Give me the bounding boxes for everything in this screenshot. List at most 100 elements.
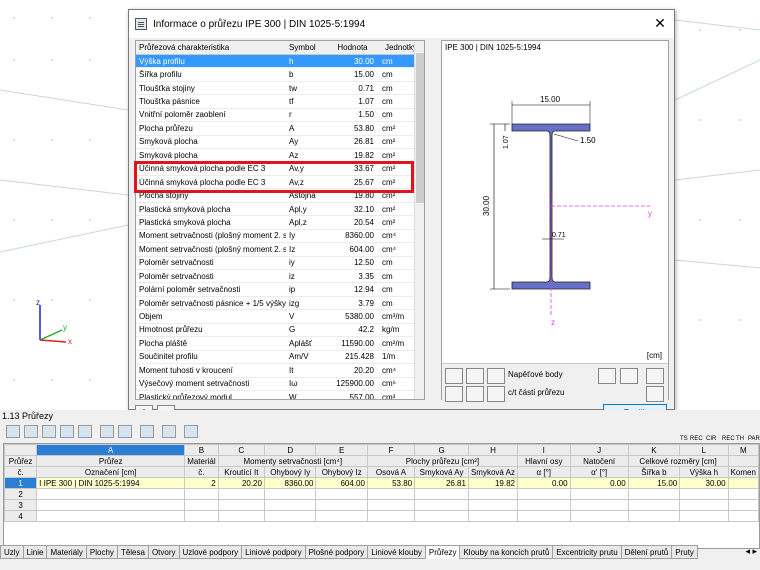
cell-name[interactable] bbox=[36, 488, 186, 500]
toolbar-button-9[interactable] bbox=[162, 425, 176, 438]
cell-kom[interactable] bbox=[727, 510, 759, 522]
print-icon[interactable] bbox=[646, 386, 664, 402]
show-axes-button[interactable] bbox=[445, 386, 463, 402]
cell-iy[interactable] bbox=[263, 488, 317, 500]
tab-14[interactable]: Pruty bbox=[671, 545, 698, 559]
property-row[interactable]: Plocha průřezu A 53.80 cm² bbox=[136, 122, 424, 136]
property-row[interactable]: Výška profilu h 30.00 cm bbox=[136, 55, 424, 69]
cell-alpha2[interactable] bbox=[569, 499, 629, 511]
property-row[interactable]: Poloměr setrvačnosti iy 12.50 cm bbox=[136, 257, 424, 270]
cell-a[interactable]: 53.80 bbox=[366, 477, 416, 489]
property-row[interactable]: Šířka profilu b 15.00 cm bbox=[136, 68, 424, 82]
cell-iy[interactable]: 8360.00 bbox=[263, 477, 317, 489]
property-row[interactable]: Výsečový moment setrvačnosti Iω 125900.00 c… bbox=[136, 378, 424, 391]
property-row[interactable]: Objem V 5380.00 cm³/m bbox=[136, 310, 424, 324]
property-row[interactable]: Tloušťka stojiny tw 0.71 cm bbox=[136, 82, 424, 96]
tab-6[interactable]: Uzlové podpory bbox=[178, 545, 243, 559]
zoom-icon[interactable] bbox=[646, 368, 664, 384]
cell-iz[interactable] bbox=[315, 510, 368, 522]
cell-alpha2[interactable] bbox=[569, 488, 629, 500]
grid-corner[interactable] bbox=[4, 444, 38, 456]
table-row[interactable]: 3 bbox=[4, 499, 759, 511]
toolbar-button-4[interactable] bbox=[60, 425, 74, 438]
property-row[interactable]: Moment tuhosti v kroucení It 20.20 cm⁴ bbox=[136, 364, 424, 378]
toolbar-button-3[interactable] bbox=[42, 425, 56, 438]
cell-alpha2[interactable]: 0.00 bbox=[569, 477, 629, 489]
property-row[interactable]: Součinitel profilu Am/V 215.428 1/m bbox=[136, 351, 424, 365]
tab-scroll-arrows[interactable]: ◂ ▸ bbox=[745, 546, 757, 557]
toolbar-button-5[interactable] bbox=[78, 425, 92, 438]
cell-h[interactable] bbox=[679, 510, 729, 522]
cell-it[interactable] bbox=[217, 499, 265, 511]
property-row[interactable]: Tloušťka pásnice tf 1.07 cm bbox=[136, 95, 424, 109]
show-section-button[interactable] bbox=[466, 368, 484, 384]
toolbar-label-ts[interactable]: TS bbox=[680, 436, 688, 442]
show-points-button[interactable] bbox=[487, 368, 505, 384]
cell-b[interactable] bbox=[627, 510, 681, 522]
col-letter-k[interactable]: K bbox=[627, 444, 681, 456]
property-row[interactable]: Moment setrvačnosti (plošný moment 2. st… bbox=[136, 243, 424, 257]
row-number[interactable]: 3 bbox=[4, 499, 38, 511]
cell-az[interactable] bbox=[467, 488, 518, 500]
dialog-close-icon[interactable]: ✕ bbox=[652, 15, 668, 31]
col-letter-h[interactable]: H bbox=[467, 444, 518, 456]
cell-kom[interactable] bbox=[727, 477, 759, 489]
cell-iy[interactable] bbox=[263, 510, 317, 522]
toolbar-button-10[interactable] bbox=[184, 425, 198, 438]
cell-alpha[interactable] bbox=[516, 499, 571, 511]
cell-az[interactable] bbox=[467, 510, 518, 522]
col-header-value[interactable]: Hodnota bbox=[331, 43, 378, 52]
toolbar-button-1[interactable] bbox=[6, 425, 20, 438]
cell-alpha[interactable]: 0.00 bbox=[516, 477, 571, 489]
cell-kom[interactable] bbox=[727, 499, 759, 511]
col-letter-l[interactable]: L bbox=[679, 444, 729, 456]
col-letter-e[interactable]: E bbox=[315, 444, 368, 456]
cell-alpha2[interactable] bbox=[569, 510, 629, 522]
toolbar-label-rec1[interactable]: REC bbox=[690, 436, 703, 442]
cell-alpha[interactable] bbox=[516, 488, 571, 500]
col-letter-i[interactable]: I bbox=[516, 444, 571, 456]
cell-name[interactable]: I IPE 300 | DIN 1025-5:1994 bbox=[36, 477, 186, 489]
sections-grid[interactable]: A B C D E F G H I J K L M Průřez Průřez … bbox=[3, 443, 760, 549]
property-row[interactable]: Smyková plocha Ay 26.81 cm² bbox=[136, 136, 424, 150]
table-row[interactable]: 1I IPE 300 | DIN 1025-5:1994 2 20.20 8360.0… bbox=[4, 477, 759, 489]
property-row[interactable]: Vnitřní poloměr zaoblení r 1.50 cm bbox=[136, 109, 424, 123]
property-row[interactable]: Plocha pláště Aplášť 11590.00 cm²/m bbox=[136, 337, 424, 351]
properties-table[interactable]: Průřezová charakteristika Symbol Hodnota… bbox=[135, 40, 425, 400]
tab-10[interactable]: Průřezy bbox=[424, 545, 461, 559]
tab-9[interactable]: Liniové klouby bbox=[367, 545, 426, 559]
cell-az[interactable] bbox=[467, 499, 518, 511]
toolbar-label-cir[interactable]: CIR bbox=[706, 436, 716, 442]
tab-13[interactable]: Dělení prutů bbox=[620, 545, 673, 559]
cell-mat[interactable] bbox=[184, 488, 219, 500]
cell-it[interactable]: 20.20 bbox=[217, 477, 265, 489]
property-row[interactable]: Plastický průřezový modul W 557.00 cm³ bbox=[136, 391, 424, 399]
show-dimensions-button[interactable] bbox=[445, 368, 463, 384]
col-letter-g[interactable]: G bbox=[414, 444, 469, 456]
col-letter-j[interactable]: J bbox=[569, 444, 629, 456]
cell-mat[interactable] bbox=[184, 510, 219, 522]
cell-name[interactable] bbox=[36, 499, 186, 511]
property-row[interactable]: Poloměr setrvačnosti iz 3.35 cm bbox=[136, 270, 424, 284]
toolbar-button-2[interactable] bbox=[24, 425, 38, 438]
cell-b[interactable] bbox=[627, 499, 681, 511]
cell-h[interactable] bbox=[679, 499, 729, 511]
tab-5[interactable]: Otvory bbox=[147, 545, 180, 559]
cell-alpha[interactable] bbox=[516, 510, 571, 522]
cell-ay[interactable] bbox=[414, 510, 469, 522]
tab-11[interactable]: Klouby na koncích prutů bbox=[459, 545, 554, 559]
col-letter-a[interactable]: A bbox=[36, 444, 186, 456]
tab-0[interactable]: Uzly bbox=[0, 545, 24, 559]
show-centroid-button[interactable] bbox=[466, 386, 484, 402]
cell-h[interactable]: 30.00 bbox=[679, 477, 729, 489]
col-header-property[interactable]: Průřezová charakteristika bbox=[136, 43, 286, 52]
properties-scrollbar-thumb[interactable] bbox=[416, 53, 424, 203]
toolbar-button-6[interactable] bbox=[100, 425, 114, 438]
property-row[interactable]: Poloměr setrvačnosti pásnice + 1/5 výšky… bbox=[136, 297, 424, 311]
table-row[interactable]: 4 bbox=[4, 510, 759, 522]
cell-a[interactable] bbox=[366, 488, 416, 500]
property-row[interactable]: Plastická smyková plocha Apl,z 20.54 cm² bbox=[136, 216, 424, 230]
row-number[interactable]: 1 bbox=[4, 477, 38, 489]
cell-a[interactable] bbox=[366, 510, 416, 522]
axis-option-button[interactable] bbox=[620, 368, 638, 384]
